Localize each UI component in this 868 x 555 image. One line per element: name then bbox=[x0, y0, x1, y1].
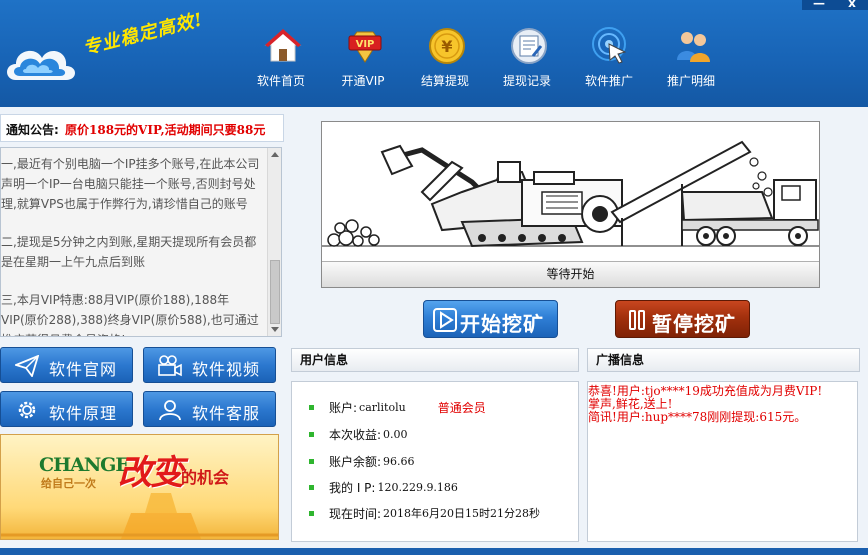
mining-animation-panel: 等待开始 bbox=[321, 121, 820, 288]
start-mining-label: 开始挖矿 bbox=[460, 312, 544, 336]
yuan-coin-icon: ¥ bbox=[429, 28, 465, 64]
account-row: 账户: carlitolu 普通会员 bbox=[309, 398, 486, 416]
banner-tail-text: 的机会 bbox=[181, 468, 230, 487]
top-nav: 软件首页 VIP 开通VIP ¥ 结算提现 提现记录 软件推广 推广明细 bbox=[240, 22, 732, 92]
announcement-item: 一,最近有个别电脑一个IP挂多个账号,在此本公司声明一个IP一台电脑只能挂一个账… bbox=[1, 157, 260, 211]
banner-big-text: 改变 bbox=[118, 453, 184, 493]
time-value: 2018年6月20日15时21分28秒 bbox=[383, 507, 541, 520]
app-header: — x 专业稳定高效! 软件首页 VIP 开通VIP ¥ 结算提现 提现记录 软… bbox=[0, 0, 868, 107]
nav-home-label: 软件首页 bbox=[256, 74, 305, 88]
income-label: 本次收益: bbox=[329, 427, 382, 442]
announcement-item: 二,提现是5分钟之内到账,星期天提现所有会员都是在星期一上午九点后到账 bbox=[1, 235, 257, 269]
start-mining-button[interactable]: 开始挖矿 bbox=[423, 300, 558, 338]
promote-cursor-icon bbox=[592, 27, 627, 64]
website-button-label: 软件官网 bbox=[49, 360, 118, 379]
service-button-label: 软件客服 bbox=[192, 404, 261, 423]
income-row: 本次收益: 0.00 bbox=[309, 425, 408, 443]
bullet-icon bbox=[309, 458, 314, 464]
mining-progress-bar: 等待开始 bbox=[322, 261, 819, 287]
account-value: carlitolu bbox=[359, 400, 406, 414]
time-label: 现在时间: bbox=[329, 506, 382, 521]
announcement-text: 一,最近有个别电脑一个IP挂多个账号,在此本公司声明一个IP一台电脑只能挂一个账… bbox=[1, 154, 263, 336]
announcement-panel[interactable]: 一,最近有个别电脑一个IP挂多个账号,在此本公司声明一个IP一台电脑只能挂一个账… bbox=[0, 147, 282, 337]
banner-latin-text: CHANGE bbox=[39, 454, 130, 476]
principle-button[interactable]: 软件原理 bbox=[0, 391, 133, 427]
record-icon bbox=[511, 28, 547, 64]
scroll-up-icon[interactable] bbox=[271, 152, 279, 157]
broadcast-header: 广播信息 bbox=[587, 348, 860, 372]
footer-bar bbox=[0, 548, 868, 555]
broadcast-line: 简讯!用户:hup****78刚刚提现:615元。 bbox=[588, 410, 807, 424]
website-button[interactable]: 软件官网 bbox=[0, 347, 133, 383]
vip-icon: VIP bbox=[348, 31, 382, 63]
user-info-header: 用户信息 bbox=[291, 348, 579, 372]
nav-home[interactable]: 软件首页 bbox=[240, 22, 322, 92]
minimize-button[interactable]: — bbox=[802, 0, 836, 10]
nav-record[interactable]: 提现记录 bbox=[486, 22, 568, 92]
users-icon bbox=[677, 32, 710, 62]
nav-promote-detail[interactable]: 推广明细 bbox=[650, 22, 732, 92]
scroll-down-icon[interactable] bbox=[271, 327, 279, 332]
cloud-logo-icon bbox=[7, 50, 75, 80]
notice-label: 通知公告: bbox=[6, 123, 59, 137]
pause-icon bbox=[629, 310, 645, 330]
pause-mining-label: 暂停挖矿 bbox=[652, 312, 736, 336]
user-info-panel: 账户: carlitolu 普通会员 本次收益: 0.00 账户余额: 96.6… bbox=[291, 381, 579, 542]
bullet-icon bbox=[309, 484, 314, 490]
broadcast-panel: 恭喜!用户:tjo****19成功充值成为月费VIP! 掌声,鲜花,送上! 简讯… bbox=[587, 381, 858, 542]
nav-promote[interactable]: 软件推广 bbox=[568, 22, 650, 92]
notice-text: 原价188元的VIP,活动期间只要88元 bbox=[65, 123, 266, 137]
video-camera-icon bbox=[158, 355, 182, 377]
ip-value: 120.229.9.186 bbox=[377, 480, 458, 494]
send-icon bbox=[15, 355, 39, 377]
nav-record-label: 提现记录 bbox=[502, 74, 551, 88]
change-banner-ad[interactable]: CHANGE 给自己一次 改变 的机会 bbox=[0, 434, 279, 540]
mining-status-text: 等待开始 bbox=[546, 267, 595, 281]
service-button[interactable]: 软件客服 bbox=[143, 391, 276, 427]
nav-promote-label: 软件推广 bbox=[584, 74, 633, 88]
principle-button-label: 软件原理 bbox=[49, 404, 118, 423]
nav-withdraw-label: 结算提现 bbox=[420, 74, 469, 88]
nav-vip[interactable]: VIP 开通VIP bbox=[322, 22, 404, 92]
account-label: 账户: bbox=[329, 400, 358, 415]
time-row: 现在时间: 2018年6月20日15时21分28秒 bbox=[309, 504, 540, 522]
nav-vip-label: 开通VIP bbox=[341, 74, 385, 88]
balance-value: 96.66 bbox=[383, 454, 415, 468]
income-value: 0.00 bbox=[383, 427, 408, 441]
balance-row: 账户余额: 96.66 bbox=[309, 452, 415, 470]
announcement-item: 三,本月VIP特惠:88月VIP(原价188),188年VIP(原价288),3… bbox=[1, 293, 259, 336]
pause-mining-button[interactable]: 暂停挖矿 bbox=[615, 300, 750, 338]
announcement-scrollbar[interactable] bbox=[267, 148, 281, 336]
window-controls: — x bbox=[802, 0, 868, 10]
home-icon bbox=[264, 29, 302, 62]
member-level: 普通会员 bbox=[437, 400, 486, 415]
close-button[interactable]: x bbox=[836, 0, 868, 10]
mining-machinery-illustration bbox=[322, 140, 819, 248]
play-icon bbox=[433, 308, 457, 332]
balance-label: 账户余额: bbox=[329, 454, 382, 469]
video-button-label: 软件视频 bbox=[192, 360, 261, 379]
banner-sub-text: 给自己一次 bbox=[41, 477, 96, 490]
ip-label: 我的 I P: bbox=[329, 480, 376, 495]
notice-bar: 通知公告: 原价188元的VIP,活动期间只要88元 bbox=[0, 114, 284, 142]
nav-withdraw[interactable]: ¥ 结算提现 bbox=[404, 22, 486, 92]
scroll-thumb[interactable] bbox=[270, 260, 280, 324]
brand-slogan: 专业稳定高效! bbox=[80, 9, 206, 60]
bullet-icon bbox=[309, 404, 314, 410]
bullet-icon bbox=[309, 510, 314, 516]
svg-text:¥: ¥ bbox=[441, 37, 452, 56]
ip-row: 我的 I P: 120.229.9.186 bbox=[309, 478, 458, 496]
broadcast-lines: 恭喜!用户:tjo****19成功充值成为月费VIP! 掌声,鲜花,送上! 简讯… bbox=[588, 385, 838, 424]
video-button[interactable]: 软件视频 bbox=[143, 347, 276, 383]
bullet-icon bbox=[309, 431, 314, 437]
gear-icon bbox=[18, 401, 36, 419]
nav-promote-detail-label: 推广明细 bbox=[666, 74, 715, 88]
main-area: 通知公告: 原价188元的VIP,活动期间只要88元 一,最近有个别电脑一个IP… bbox=[0, 107, 868, 548]
support-agent-icon bbox=[159, 400, 181, 421]
svg-text:VIP: VIP bbox=[356, 39, 375, 50]
